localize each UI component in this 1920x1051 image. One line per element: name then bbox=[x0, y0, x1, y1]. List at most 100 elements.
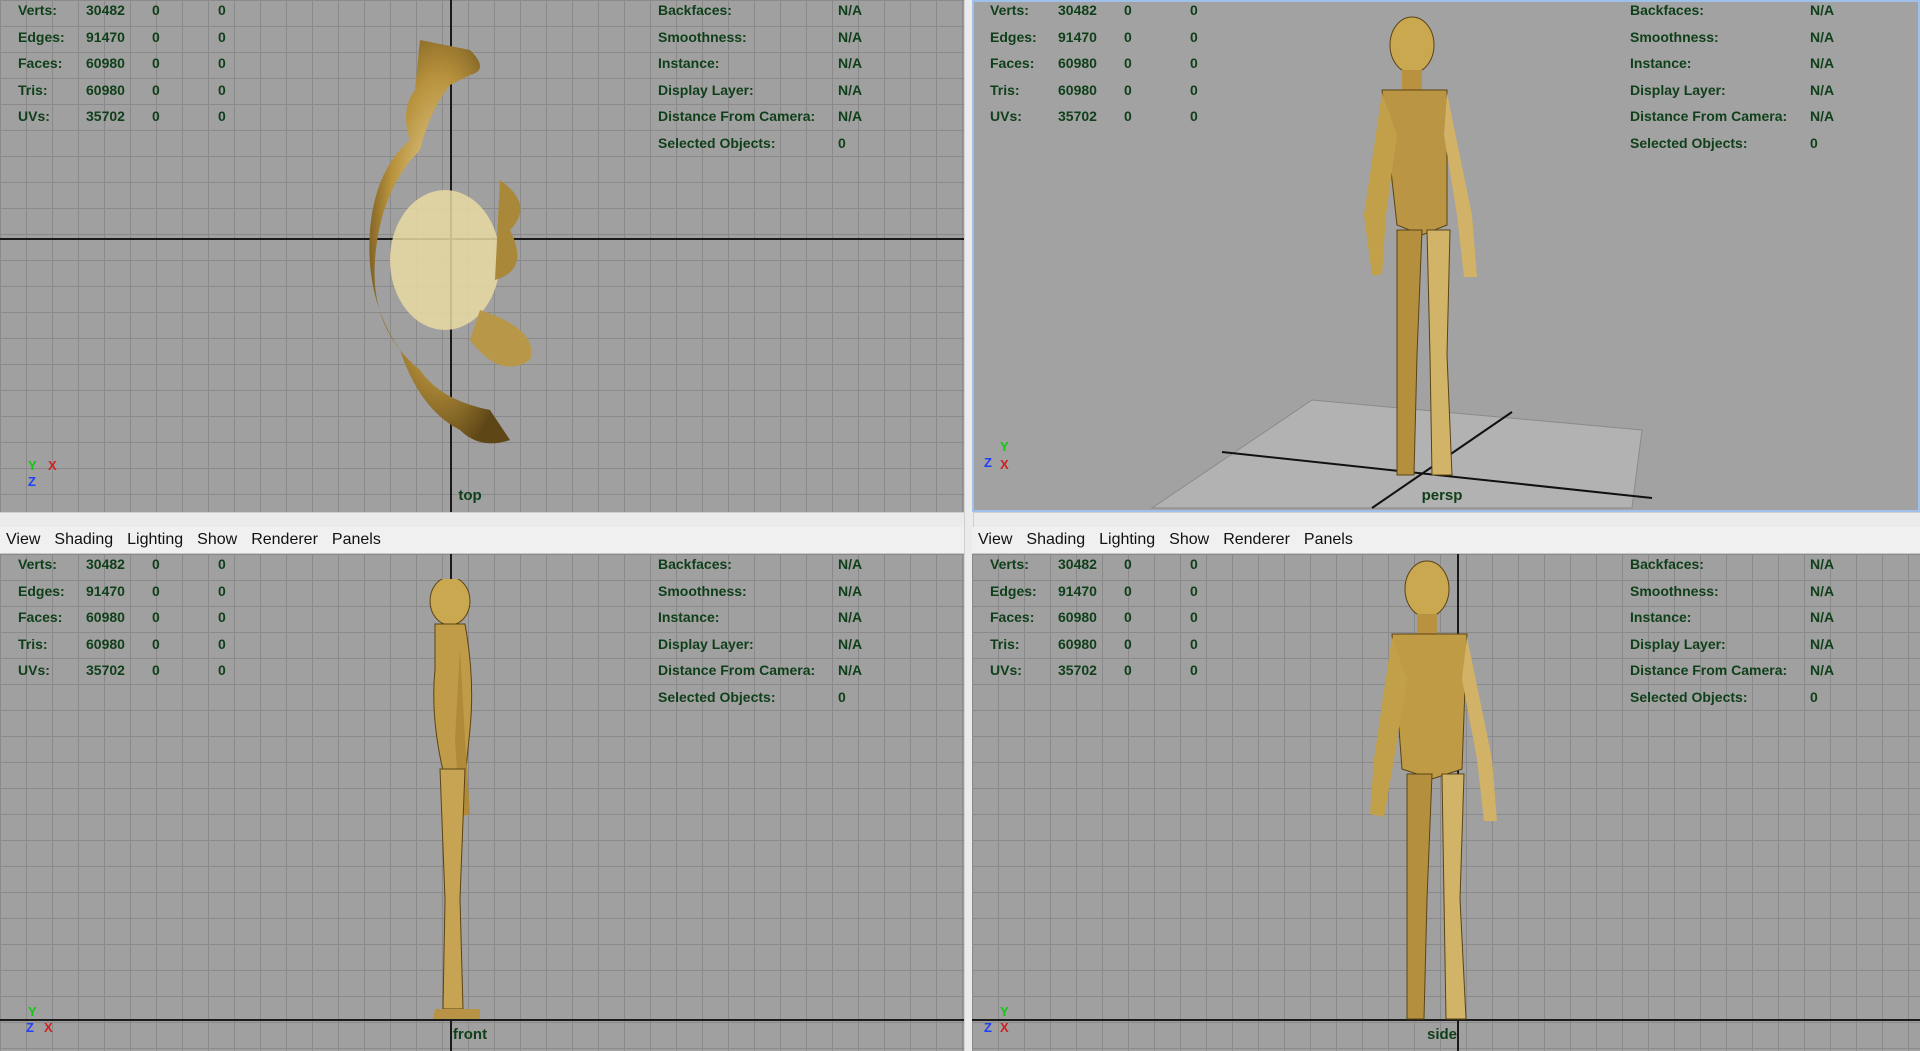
stat-row-uvs: UVs: 35702 0 0 bbox=[990, 657, 1220, 684]
viewport-pane-front[interactable]: View Shading Lighting Show Renderer Panels Ve… bbox=[0, 527, 964, 1051]
stat-value: 0 bbox=[218, 556, 226, 572]
skeleton-model-front-view[interactable] bbox=[405, 579, 505, 1019]
detail-label: Backfaces: bbox=[658, 556, 732, 572]
detail-label: Instance: bbox=[1630, 55, 1692, 71]
menu-view[interactable]: View bbox=[6, 531, 40, 549]
stat-value: 91470 bbox=[86, 28, 125, 45]
detail-value: N/A bbox=[1810, 108, 1835, 124]
detail-label: Backfaces: bbox=[1630, 556, 1704, 572]
viewport-side[interactable]: Verts: 30482 0 0 Edges: 91470 0 0 Faces: 60980 0 0 T… bbox=[972, 554, 1920, 1051]
menu-shading[interactable]: Shading bbox=[54, 531, 113, 549]
stat-value: 60980 bbox=[1058, 81, 1097, 98]
stat-value: 91470 bbox=[1058, 582, 1097, 599]
menu-shading[interactable]: Shading bbox=[1026, 531, 1085, 549]
object-details-hud: Backfaces: N/A Smoothness: N/A Instance: N/A D… bbox=[658, 0, 862, 156]
menu-lighting[interactable]: Lighting bbox=[1099, 531, 1155, 549]
stat-value: 0 bbox=[152, 108, 160, 124]
detail-row: Selected Objects: 0 bbox=[658, 684, 862, 711]
stat-label: Verts: bbox=[18, 2, 57, 18]
stat-row-verts: Verts: 30482 0 0 bbox=[990, 551, 1220, 578]
viewport-pane-persp[interactable]: Verts: 30482 0 0 Edges: 91470 0 0 Faces: 60980 0 0 T… bbox=[972, 0, 1920, 512]
stat-value: 60980 bbox=[1058, 609, 1097, 625]
camera-label-side: side bbox=[1426, 1026, 1458, 1043]
stat-value: 0 bbox=[1190, 108, 1198, 124]
camera-label-top: top bbox=[458, 487, 482, 504]
detail-value: N/A bbox=[1810, 662, 1835, 678]
stat-value: 91470 bbox=[86, 582, 125, 599]
detail-row: Distance From Camera: N/A bbox=[658, 103, 862, 130]
panel-menubar: View Shading Lighting Show Renderer Panels bbox=[972, 527, 1920, 554]
stat-value: 0 bbox=[152, 81, 160, 98]
detail-value: N/A bbox=[1810, 55, 1835, 71]
menu-renderer[interactable]: Renderer bbox=[1223, 531, 1290, 549]
menu-view[interactable]: View bbox=[978, 531, 1012, 549]
stat-value: 60980 bbox=[86, 81, 125, 98]
detail-label: Selected Objects: bbox=[658, 688, 776, 705]
stat-value: 0 bbox=[152, 2, 160, 18]
skeleton-model-side-view[interactable] bbox=[1362, 559, 1562, 1029]
stat-row-faces: Faces: 60980 0 0 bbox=[18, 50, 248, 77]
detail-row: Display Layer: N/A bbox=[658, 77, 862, 104]
stat-value: 60980 bbox=[1058, 635, 1097, 652]
detail-row: Instance: N/A bbox=[658, 604, 862, 631]
stat-label: UVs: bbox=[18, 108, 50, 124]
stat-row-tris: Tris: 60980 0 0 bbox=[18, 631, 248, 658]
stat-value: 0 bbox=[1190, 662, 1198, 678]
stat-label: Tris: bbox=[990, 81, 1020, 98]
stat-value: 0 bbox=[1124, 55, 1132, 71]
skeleton-model-top-view[interactable] bbox=[360, 30, 560, 470]
viewport-persp[interactable]: Verts: 30482 0 0 Edges: 91470 0 0 Faces: 60980 0 0 T… bbox=[972, 0, 1920, 512]
menu-show[interactable]: Show bbox=[1169, 531, 1209, 549]
viewport-top[interactable]: Verts: 30482 0 0 Edges: 91470 0 0 Faces: 60980 0 0 T… bbox=[0, 0, 964, 512]
panel-menubar: View Shading Lighting Show Renderer Panels bbox=[0, 527, 964, 554]
stat-value: 0 bbox=[1190, 609, 1198, 625]
detail-label: Backfaces: bbox=[658, 2, 732, 18]
stat-value: 0 bbox=[218, 609, 226, 625]
stat-value: 0 bbox=[1124, 81, 1132, 98]
stat-value: 30482 bbox=[1058, 2, 1097, 18]
detail-value: N/A bbox=[838, 556, 863, 572]
stat-value: 0 bbox=[1190, 2, 1198, 18]
detail-value: N/A bbox=[838, 582, 863, 599]
menu-panels[interactable]: Panels bbox=[332, 531, 381, 549]
stat-label: Faces: bbox=[18, 609, 63, 625]
menu-lighting[interactable]: Lighting bbox=[127, 531, 183, 549]
stat-value: 0 bbox=[218, 108, 226, 124]
object-details-hud: Backfaces: N/A Smoothness: N/A Instance: N/A D… bbox=[1630, 0, 1834, 156]
stat-value: 0 bbox=[218, 662, 226, 678]
stat-value: 0 bbox=[1124, 28, 1132, 45]
axis-gizmo: Y Z X bbox=[26, 1004, 53, 1035]
menu-renderer[interactable]: Renderer bbox=[251, 531, 318, 549]
stat-value: 60980 bbox=[86, 609, 125, 625]
viewport-pane-side[interactable]: View Shading Lighting Show Renderer Panels Ve… bbox=[972, 527, 1920, 1051]
stat-value: 0 bbox=[152, 556, 160, 572]
detail-row: Smoothness: N/A bbox=[1630, 24, 1834, 51]
detail-value: N/A bbox=[838, 55, 863, 71]
detail-value: N/A bbox=[838, 108, 863, 124]
viewport-front[interactable]: Verts: 30482 0 0 Edges: 91470 0 0 Faces: 60980 0 0 T… bbox=[0, 554, 964, 1051]
stat-value: 60980 bbox=[86, 635, 125, 652]
viewport-pane-top[interactable]: Verts: 30482 0 0 Edges: 91470 0 0 Faces: 60980 0 0 T… bbox=[0, 0, 964, 512]
poly-count-hud: Verts: 30482 0 0 Edges: 91470 0 0 Faces: 60980 0 0 T… bbox=[18, 551, 248, 684]
stat-value: 0 bbox=[1190, 81, 1198, 98]
stat-value: 0 bbox=[152, 609, 160, 625]
detail-row: Instance: N/A bbox=[658, 50, 862, 77]
detail-label: Distance From Camera: bbox=[1630, 108, 1788, 124]
stat-row-uvs: UVs: 35702 0 0 bbox=[18, 103, 248, 130]
stat-value: 0 bbox=[218, 28, 226, 45]
stat-label: Faces: bbox=[990, 55, 1035, 71]
stat-value: 60980 bbox=[1058, 55, 1097, 71]
detail-row: Backfaces: N/A bbox=[658, 551, 862, 578]
detail-label: Distance From Camera: bbox=[1630, 662, 1788, 678]
stat-row-edges: Edges: 91470 0 0 bbox=[990, 24, 1220, 51]
detail-value: N/A bbox=[838, 609, 863, 625]
detail-value: N/A bbox=[838, 662, 863, 678]
menu-show[interactable]: Show bbox=[197, 531, 237, 549]
stat-label: Edges: bbox=[18, 28, 65, 45]
menu-panels[interactable]: Panels bbox=[1304, 531, 1353, 549]
stat-value: 0 bbox=[152, 55, 160, 71]
stat-value: 0 bbox=[218, 2, 226, 18]
skeleton-model-persp-view[interactable] bbox=[1352, 15, 1552, 485]
stat-value: 0 bbox=[1124, 556, 1132, 572]
stat-label: UVs: bbox=[990, 662, 1022, 678]
